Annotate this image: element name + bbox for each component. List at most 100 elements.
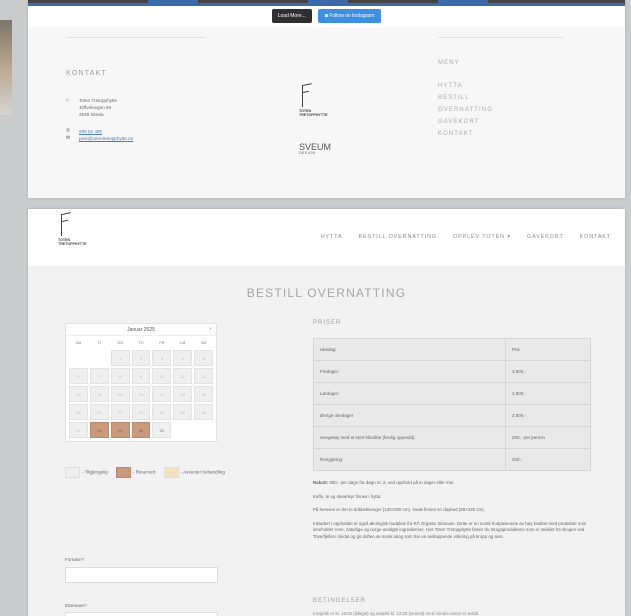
header-logo[interactable]: TOTEN TRETOPPHYTTE (58, 214, 87, 247)
fornavn-label: Fornavn*: (65, 557, 85, 562)
mail-icon: ✉ (66, 135, 71, 141)
calendar-grid: MA TI ON TO FR LØ SØ 1 2 3 4 5 6 7 8 9 10 11 12 13 14 15 16 17 1… (66, 336, 216, 441)
footer-menu-item-overnatting[interactable]: OVERNATTING (438, 104, 493, 116)
footer-menu-item-hytta[interactable]: HYTTA (438, 80, 493, 92)
calendar-day[interactable]: 16 (131, 386, 151, 402)
legend-swatch (163, 467, 179, 478)
calendar-header: Januar 2025 › (66, 324, 216, 336)
fornavn-input[interactable] (65, 567, 218, 583)
price-label: Lørdager (313, 382, 506, 405)
calendar-day[interactable]: 8 (110, 368, 130, 384)
legend-swatch (65, 467, 80, 478)
calendar-day[interactable]: 23 (131, 404, 151, 420)
calendar-day[interactable]: 11 (173, 368, 193, 384)
phone-link[interactable]: 930 52 406 (79, 128, 102, 135)
priser-heading: PRISER (313, 320, 342, 326)
rabatt-bold: Rabatt: (313, 480, 329, 485)
calendar-day[interactable]: 15 (110, 386, 130, 402)
calendar-day[interactable]: 29 (110, 422, 130, 438)
left-background-crop (0, 20, 12, 115)
legend-reserved: - Reservert (115, 467, 156, 478)
legend-available: - Tilgjengelig (65, 467, 108, 478)
price-row: Fredager 3.800,- (313, 360, 591, 383)
top-screenshot-panel: Load More... ◙ Follow on Instagram KONTA… (28, 0, 625, 198)
price-label: Fredager (313, 360, 506, 383)
calendar-day[interactable]: 25 (173, 404, 193, 420)
calendar-day[interactable]: 13 (69, 386, 88, 402)
calendar-day[interactable]: 9 (131, 368, 151, 384)
main-nav: HYTTA BESTILL OVERNATTING OPPLEV TOTEN ▾… (321, 234, 611, 240)
chevron-right-icon[interactable]: › (209, 326, 211, 332)
calendar-weekday: FR (159, 341, 165, 345)
footer-logo[interactable]: TOTEN TRETOPPHYTTE (299, 85, 328, 118)
legend-label: - Reservert (132, 469, 156, 475)
legend-label: - Avventer behandling (180, 469, 225, 475)
calendar-empty-cell (90, 350, 109, 366)
price-value: Pris (505, 338, 591, 361)
calendar-day[interactable]: 28 (89, 422, 109, 438)
price-label: Rengjøring (313, 448, 506, 471)
calendar-day[interactable]: 22 (110, 404, 130, 420)
calendar-weekday: TI (97, 341, 101, 345)
calendar-day[interactable]: 1 (110, 350, 130, 366)
calendar-weekday: MA (75, 341, 82, 345)
address-line: 2848 Skreia (79, 112, 104, 117)
nav-item-hytta[interactable]: HYTTA (321, 234, 343, 240)
calendar-day[interactable]: 17 (152, 386, 172, 402)
calendar-weekday: SØ (200, 341, 207, 345)
calendar-day[interactable]: 20 (69, 404, 88, 420)
site-header: TOTEN TRETOPPHYTTE HYTTA BESTILL OVERNAT… (28, 209, 625, 266)
calendar-day[interactable]: 24 (152, 404, 172, 420)
calendar-day[interactable]: 10 (152, 368, 172, 384)
calendar-day[interactable]: 21 (89, 404, 109, 420)
tree-logo-icon (302, 85, 316, 107)
calendar-day[interactable]: 19 (194, 386, 213, 402)
calendar-day[interactable]: 30 (131, 422, 151, 438)
calendar-day[interactable]: 26 (194, 404, 213, 420)
calendar-day[interactable]: 6 (69, 368, 88, 384)
calendar-day[interactable]: 18 (173, 386, 193, 402)
calendar-weekday: TO (138, 341, 144, 345)
calendar-day[interactable]: 27 (69, 422, 88, 438)
calendar-weekday: LØ (180, 341, 186, 345)
calendar-empty-cell (194, 422, 213, 438)
footer-divider (438, 37, 563, 38)
nav-item-opplev-toten[interactable]: OPPLEV TOTEN ▾ (453, 234, 511, 240)
footer-divider (66, 37, 206, 38)
legend-pending: - Avventer behandling (163, 467, 225, 478)
rabatt-text: 800,- per døgn fra døgn nr. 2, ved oppho… (328, 480, 455, 485)
load-more-button[interactable]: Load More... (271, 9, 312, 23)
address-line: Jeffvelvegen 69 (79, 105, 112, 110)
nav-item-bestill-overnatting[interactable]: BESTILL OVERNATTING (359, 234, 438, 240)
calendar-month: Januar 2025 (127, 326, 155, 333)
sveum-design-logo[interactable]: SVEUM DESIGN (299, 142, 331, 155)
note-line: På hemsen er det to dobbeltsenger (140×2… (313, 507, 485, 513)
calendar-day[interactable]: 3 (152, 350, 172, 366)
price-label: Ukedag (313, 338, 506, 361)
etternavn-input[interactable] (65, 612, 218, 616)
logo-text: TRETOPPHYTTE (299, 113, 328, 118)
calendar-day[interactable]: 31 (152, 422, 172, 438)
calendar-day[interactable]: 14 (89, 386, 109, 402)
legend-label: - Tilgjengelig (82, 469, 108, 475)
instagram-strip (28, 0, 625, 6)
price-row: Ukedag Pris (313, 338, 591, 361)
footer-menu-item-gavekort[interactable]: GAVEKORT (438, 116, 493, 128)
rabatt-note: Rabatt: 800,- per døgn fra døgn nr. 2, v… (313, 480, 598, 487)
calendar-day[interactable]: 12 (194, 368, 213, 384)
price-row: Rengjøring 400,- (313, 448, 591, 471)
logo-text: TRETOPPHYTTE (58, 242, 87, 247)
nav-item-gavekort[interactable]: GAVEKORT (527, 234, 564, 240)
page-title: BESTILL OVERNATTING (246, 286, 407, 300)
phone-icon: ✆ (66, 128, 71, 134)
follow-instagram-button[interactable]: ◙ Follow on Instagram (317, 9, 382, 23)
calendar-day[interactable]: 4 (173, 350, 193, 366)
calendar-day[interactable]: 7 (89, 368, 109, 384)
email-link[interactable]: post@totentretopphytte.no (79, 135, 133, 142)
price-value: 400,- (505, 448, 591, 471)
footer-menu-item-bestill[interactable]: BESTILL (438, 92, 493, 104)
calendar-day[interactable]: 5 (194, 350, 213, 366)
nav-item-kontakt[interactable]: KONTAKT (580, 234, 611, 240)
calendar-day[interactable]: 2 (131, 350, 151, 366)
footer-menu-item-kontakt[interactable]: KONTAKT (438, 128, 493, 140)
